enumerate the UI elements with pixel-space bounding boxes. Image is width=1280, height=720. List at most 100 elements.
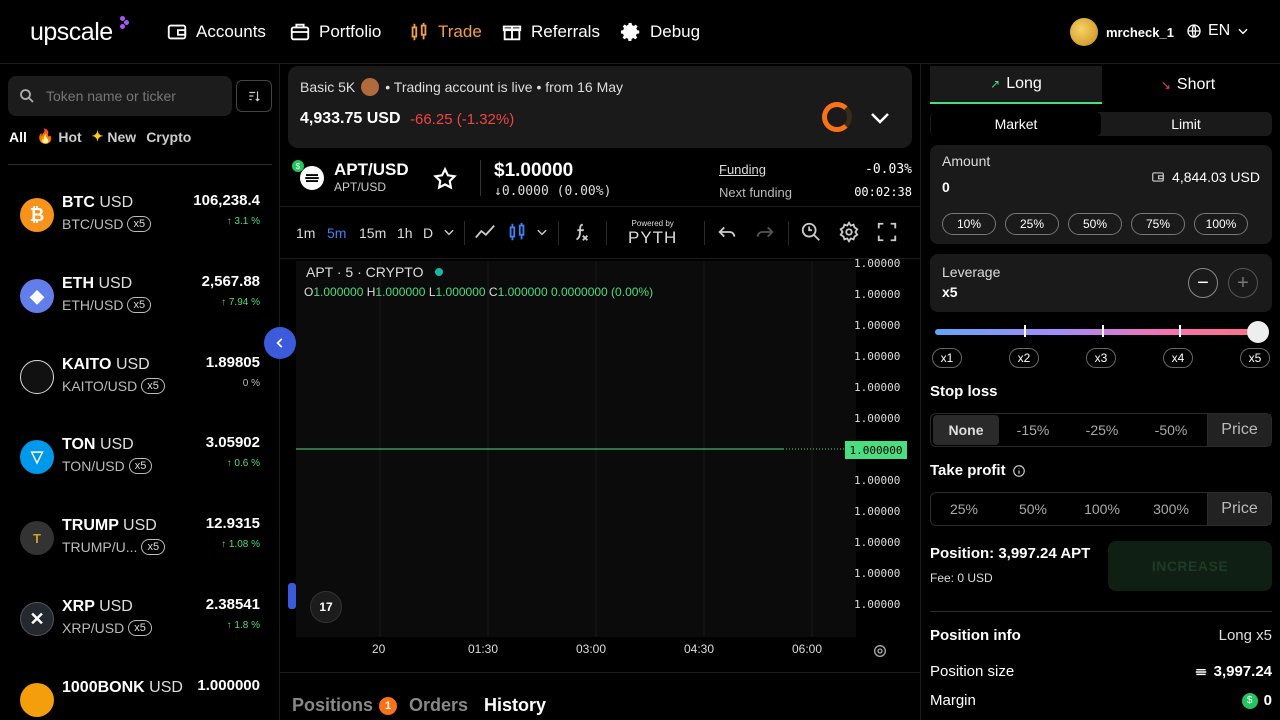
ticker-symbol[interactable]: APT/USD <box>334 160 409 180</box>
search-input[interactable] <box>46 88 216 104</box>
undo-icon[interactable] <box>716 221 738 243</box>
stop-loss-none[interactable]: None <box>933 415 999 445</box>
percent-100-button[interactable]: 100% <box>1194 213 1248 235</box>
chevron-down-icon[interactable] <box>868 106 892 130</box>
nav-accounts[interactable]: Accounts <box>166 20 266 44</box>
take-profit-100[interactable]: 100% <box>1069 493 1135 525</box>
leverage-mark-x5[interactable]: x5 <box>1240 348 1270 368</box>
leverage-mark-x4[interactable]: x4 <box>1163 348 1193 368</box>
timeframe-d[interactable]: D <box>423 225 433 241</box>
leverage-slider[interactable] <box>935 321 1269 343</box>
candlestick-icon[interactable] <box>506 221 528 243</box>
take-profit-price[interactable]: Price <box>1207 493 1271 525</box>
percent-25-button[interactable]: 25% <box>1005 213 1059 235</box>
redo-icon[interactable] <box>754 221 776 243</box>
order-type-toggle: Market Limit <box>930 112 1272 136</box>
stop-loss-price[interactable]: Price <box>1207 414 1271 446</box>
fullscreen-icon[interactable] <box>876 221 898 243</box>
position-size-label: Position size <box>930 663 1015 680</box>
take-profit-options: 25% 50% 100% 300% Price <box>930 492 1272 526</box>
percent-50-button[interactable]: 50% <box>1068 213 1122 235</box>
timeframe-15m[interactable]: 15m <box>359 225 386 241</box>
filter-new[interactable]: ✦ New <box>92 128 137 145</box>
slider-tick <box>1024 325 1026 337</box>
account-name: Basic 5K <box>300 79 356 95</box>
leverage-card: Leverage x5 − + <box>930 254 1272 312</box>
sort-button[interactable] <box>236 80 272 112</box>
funding-link[interactable]: Funding <box>719 162 766 177</box>
amount-input[interactable]: 0 <box>942 179 950 195</box>
language-selector[interactable]: EN <box>1186 22 1250 40</box>
asset-pair-label: KAITO/USD <box>62 378 138 394</box>
asset-row-btc[interactable]: ₿ BTC USD BTC/USD x5 106,238.4 ↑ 3.1 % <box>0 184 280 264</box>
legend-title: APT · 5 · CRYPTO <box>306 264 424 280</box>
tab-orders[interactable]: Orders <box>409 695 468 716</box>
nav-debug[interactable]: Debug <box>620 20 700 44</box>
chevron-down-icon[interactable] <box>535 225 549 239</box>
price-chart[interactable]: 1m 5m 15m 1h D Powered by PYTH APT · 5 ·… <box>280 206 920 672</box>
info-icon[interactable] <box>1012 464 1026 478</box>
position-info-label: Position info <box>930 627 1021 644</box>
percent-10-button[interactable]: 10% <box>942 213 996 235</box>
last-price-tag: 1.000000 <box>845 441 907 459</box>
asset-row-1000bonk[interactable]: 1000BONK USD 1.000000 <box>0 669 280 720</box>
increase-button[interactable]: INCREASE <box>1108 541 1272 591</box>
filter-all[interactable]: All <box>9 128 27 145</box>
timeframe-5m[interactable]: 5m <box>327 225 346 241</box>
user-menu[interactable]: mrcheck_1 <box>1070 18 1174 46</box>
asset-row-ton[interactable]: ▽ TON USD TON/USD x5 3.05902 ↑ 0.6 % <box>0 426 280 506</box>
plot-area[interactable] <box>296 261 856 637</box>
stop-loss-options: None -15% -25% -50% Price <box>930 413 1272 447</box>
amount-percent-buttons: 10% 25% 50% 75% 100% <box>942 213 1248 235</box>
stop-loss-15[interactable]: -15% <box>1000 414 1066 446</box>
leverage-mark-x1[interactable]: x1 <box>932 348 962 368</box>
tab-long[interactable]: ↗ Long <box>930 66 1102 104</box>
position-size-row: Position size 3,997.24 <box>930 663 1272 680</box>
tradingview-logo[interactable]: 17 <box>310 591 342 623</box>
tab-positions[interactable]: Positions 1 <box>292 695 398 716</box>
nav-referrals[interactable]: Referrals <box>501 20 600 44</box>
tab-history[interactable]: History <box>484 695 546 716</box>
filter-crypto[interactable]: Crypto <box>146 128 191 145</box>
filter-hot[interactable]: 🔥 Hot <box>37 128 82 145</box>
chart-settings-icon[interactable] <box>872 643 888 659</box>
timeframe-1h[interactable]: 1h <box>397 225 413 241</box>
drawing-toolbar-handle[interactable] <box>288 583 296 609</box>
indicators-icon[interactable] <box>570 221 592 243</box>
timeframe-1m[interactable]: 1m <box>296 225 315 241</box>
nav-trade[interactable]: Trade <box>408 20 482 44</box>
live-dot-icon <box>435 268 444 276</box>
take-profit-300[interactable]: 300% <box>1138 493 1204 525</box>
stop-loss-25[interactable]: -25% <box>1069 414 1135 446</box>
tab-short[interactable]: ↘ Short <box>1102 66 1274 104</box>
collapse-sidebar-button[interactable] <box>264 327 296 359</box>
leverage-increase-button[interactable]: + <box>1228 268 1258 298</box>
order-type-market[interactable]: Market <box>931 112 1101 136</box>
globe-icon <box>1187 24 1201 38</box>
chevron-down-icon[interactable] <box>442 225 456 239</box>
line-chart-icon[interactable] <box>474 221 496 243</box>
asset-row-trump[interactable]: T TRUMP USD TRUMP/U... x5 12.9315 ↑ 1.08 … <box>0 507 280 587</box>
settings-icon[interactable] <box>838 221 860 243</box>
asset-row-kaito[interactable]: KAITO USD KAITO/USD x5 1.89805 0 % <box>0 346 280 426</box>
order-type-limit[interactable]: Limit <box>1101 112 1271 136</box>
nav-portfolio[interactable]: Portfolio <box>289 20 381 44</box>
divider <box>480 160 481 196</box>
zoom-icon[interactable] <box>800 221 822 243</box>
star-icon[interactable] <box>432 166 458 192</box>
leverage-mark-x2[interactable]: x2 <box>1009 348 1039 368</box>
plus-icon: + <box>1237 271 1249 294</box>
leverage-decrease-button[interactable]: − <box>1188 268 1218 298</box>
take-profit-25[interactable]: 25% <box>931 493 997 525</box>
take-profit-50[interactable]: 50% <box>1000 493 1066 525</box>
fire-icon: 🔥 <box>36 128 55 144</box>
leverage-mark-x3[interactable]: x3 <box>1086 348 1116 368</box>
search-box[interactable] <box>8 76 232 116</box>
logo[interactable]: upscale <box>30 18 113 47</box>
percent-75-button[interactable]: 75% <box>1131 213 1185 235</box>
stop-loss-50[interactable]: -50% <box>1138 414 1204 446</box>
account-card[interactable]: Basic 5K • Trading account is live • fro… <box>288 66 912 148</box>
asset-row-xrp[interactable]: ✕ XRP USD XRP/USD x5 2.38541 ↑ 1.8 % <box>0 588 280 668</box>
leverage-slider-handle[interactable] <box>1247 321 1269 343</box>
asset-row-eth[interactable]: ◆ ETH USD ETH/USD x5 2,567.88 ↑ 7.94 % <box>0 265 280 345</box>
